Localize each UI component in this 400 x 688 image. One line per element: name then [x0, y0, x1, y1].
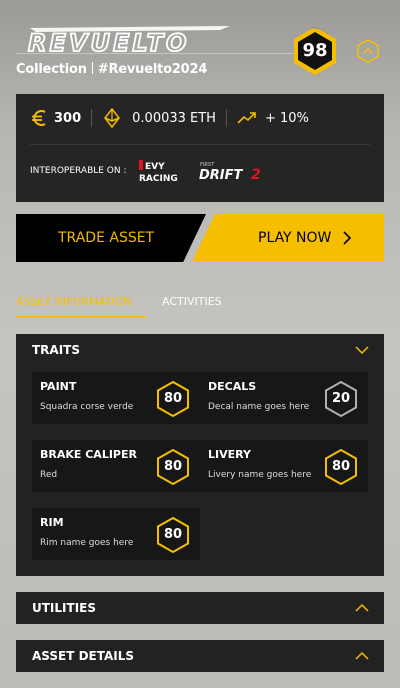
- ethereum-icon: [104, 108, 121, 128]
- asset-details-title: ASSET DETAILS: [32, 649, 135, 663]
- price-row: 300 0.00033 ETH + 10%: [30, 106, 309, 130]
- utilities-panel[interactable]: UTILITIES: [16, 592, 384, 624]
- euro-icon: [32, 110, 46, 126]
- trait-name: RIM: [40, 516, 64, 529]
- collection-title: Collection #Revuelto2024: [16, 62, 207, 77]
- brand-text: REVUELTO: [28, 29, 189, 56]
- chevron-down-icon[interactable]: [354, 343, 370, 357]
- trait-name: PAINT: [40, 380, 77, 393]
- trait-score-badge: 80: [156, 448, 190, 486]
- chevron-up-icon[interactable]: [354, 601, 370, 615]
- trait-card-rim: RIM Rim name goes here 80: [32, 508, 200, 560]
- svg-text:DRIFT: DRIFT: [199, 168, 244, 183]
- header: REVUELTO Collection #Revuelto2024 98: [16, 18, 384, 88]
- price-separator: [91, 109, 93, 127]
- play-now-button[interactable]: PLAY NOW: [192, 214, 384, 262]
- collection-separator: [91, 62, 93, 74]
- tab-activities[interactable]: ACTIVITIES: [162, 294, 222, 308]
- svg-text:2: 2: [251, 167, 261, 183]
- trait-card-decals: DECALS Decal name goes here 20: [200, 372, 368, 424]
- price-separator: [225, 109, 227, 127]
- trait-card-brake-caliper: BRAKE CALIPER Red 80: [32, 440, 200, 492]
- header-divider: [16, 53, 296, 54]
- traits-title: TRAITS: [32, 343, 81, 357]
- asset-details-panel[interactable]: ASSET DETAILS: [16, 640, 384, 672]
- trending-up-icon: [237, 112, 256, 124]
- trait-value: Decal name goes here: [208, 402, 310, 412]
- collection-label: Collection: [16, 62, 87, 77]
- tab-asset-information[interactable]: ASSET INFORMATION: [16, 294, 146, 318]
- traits-panel: TRAITS PAINT Squadra corse verde 80 DECA…: [16, 334, 384, 576]
- trait-value: Livery name goes here: [208, 470, 312, 480]
- trait-card-paint: PAINT Squadra corse verde 80: [32, 372, 200, 424]
- drift-2-logo[interactable]: FIRST DRIFT 2: [199, 159, 271, 183]
- trait-score-badge: 80: [156, 380, 190, 418]
- trait-value: Red: [40, 470, 58, 480]
- trait-name: BRAKE CALIPER: [40, 448, 137, 461]
- trait-score: 80: [331, 459, 351, 474]
- svg-text:EVY: EVY: [145, 162, 165, 172]
- trade-asset-button[interactable]: TRADE ASSET: [16, 214, 206, 262]
- collection-tag: #Revuelto2024: [97, 62, 208, 77]
- trait-value: Rim name goes here: [40, 538, 134, 548]
- play-now-label: PLAY NOW: [258, 230, 332, 246]
- trait-score-badge: 80: [324, 448, 358, 486]
- eur-price: 300: [54, 110, 82, 126]
- trait-name: LIVERY: [208, 448, 251, 461]
- utilities-title: UTILITIES: [32, 601, 96, 615]
- price-change: + 10%: [264, 110, 309, 126]
- trait-score-badge: 20: [324, 380, 358, 418]
- trait-score-badge: 80: [156, 516, 190, 554]
- price-card: 300 0.00033 ETH + 10% INTEROPERABLE ON :…: [16, 94, 384, 202]
- revy-racing-logo[interactable]: EVY RACING: [138, 158, 189, 184]
- trait-score: 20: [331, 391, 351, 406]
- interoperable-label: INTEROPERABLE ON :: [30, 166, 127, 176]
- collapse-chevron-up-icon[interactable]: [356, 38, 380, 64]
- trait-name: DECALS: [208, 380, 257, 393]
- overall-score-badge: 98: [292, 26, 338, 76]
- card-divider: [30, 144, 370, 145]
- chevron-right-icon: [343, 231, 352, 245]
- trait-score: 80: [163, 459, 183, 474]
- chevron-up-icon[interactable]: [354, 649, 370, 663]
- trait-score: 80: [163, 527, 183, 542]
- svg-text:RACING: RACING: [139, 174, 178, 184]
- trait-card-livery: LIVERY Livery name goes here 80: [200, 440, 368, 492]
- overall-score-value: 98: [302, 40, 328, 61]
- revuelto-logo: REVUELTO: [27, 26, 230, 56]
- trait-value: Squadra corse verde: [40, 402, 134, 412]
- interoperability-row: INTEROPERABLE ON : EVY RACING FIRST DRIF…: [30, 156, 271, 186]
- trade-asset-label: TRADE ASSET: [58, 230, 155, 246]
- trait-score: 80: [163, 391, 183, 406]
- tab-bar: ASSET INFORMATION ACTIVITIES: [16, 294, 384, 318]
- eth-price: 0.00033 ETH: [132, 110, 216, 126]
